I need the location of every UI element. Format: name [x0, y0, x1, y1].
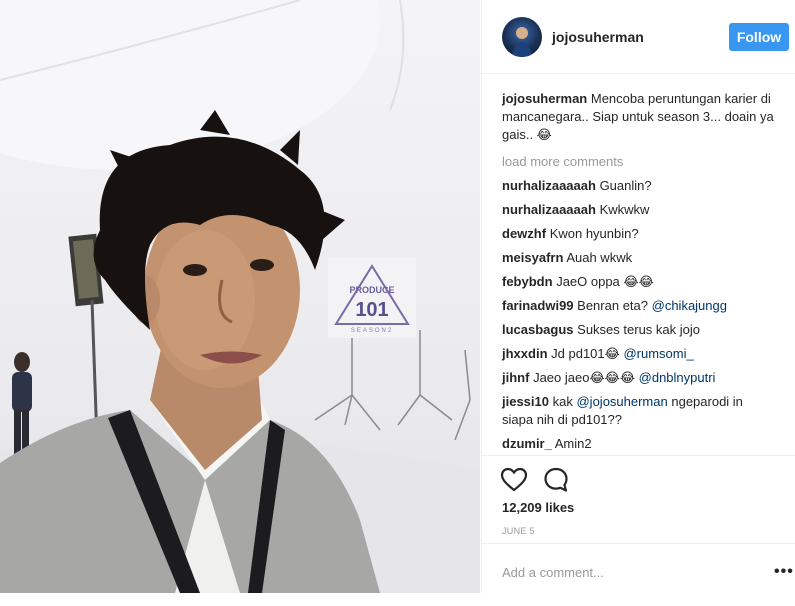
comment-mention-link[interactable]: @chikajungg — [652, 298, 727, 313]
comment-username[interactable]: febybdn — [502, 274, 553, 289]
comment-username[interactable]: farinadwi99 — [502, 298, 574, 313]
comment-item: lucasbagus Sukses terus kak jojo — [502, 321, 777, 339]
comment-mention-link[interactable]: @jojosuherman — [576, 394, 667, 409]
comment-text: Kwon hyunbin? — [549, 226, 639, 241]
comment-username[interactable]: dzumir_ — [502, 436, 552, 451]
comment-item: jiessi10 kak @jojosuherman ngeparodi in … — [502, 393, 777, 429]
avatar-image — [512, 27, 532, 57]
comment-item: farinadwi99 Benran eta? @chikajungg — [502, 297, 777, 315]
post-photo-illustration: PRODUCE 101 SEASON2 — [0, 0, 480, 593]
comment-text: Jaeo jaeo😂😂😂 — [533, 370, 636, 385]
load-more-comments-link[interactable]: load more comments — [502, 153, 777, 171]
comment-item: dewzhf Kwon hyunbin? — [502, 225, 777, 243]
avatar[interactable] — [502, 17, 542, 57]
add-comment-input[interactable] — [502, 560, 732, 584]
comment-item: meisyafrn Auah wkwk — [502, 249, 777, 267]
comment-username[interactable]: dewzhf — [502, 226, 546, 241]
comment-item: nurhalizaaaaah Guanlin? — [502, 177, 777, 195]
comment-item: nurhalizaaaaah Kwkwkw — [502, 201, 777, 219]
more-options-icon[interactable]: ••• — [774, 564, 794, 580]
comment-text: Sukses terus kak jojo — [577, 322, 700, 337]
comment-text: Benran eta? — [577, 298, 648, 313]
comment-text: Jd pd101😂 — [551, 346, 620, 361]
post-photo[interactable]: PRODUCE 101 SEASON2 — [0, 0, 480, 593]
comment-text: kak — [552, 394, 573, 409]
post-sidebar: jojosuherman Follow jojosuherman Mencoba… — [481, 0, 795, 593]
comment-mention-link[interactable]: @dnblnyputri — [639, 370, 716, 385]
comment-text: Amin2 — [554, 436, 592, 451]
comment-text: Kwkwkw — [599, 202, 650, 217]
comment-username[interactable]: jihnf — [502, 370, 529, 385]
add-comment-section: ••• — [482, 543, 795, 604]
sign-line2: 101 — [355, 299, 388, 321]
sign-line3: SEASON2 — [351, 328, 393, 334]
comment-username[interactable]: lucasbagus — [502, 322, 574, 337]
comment-username[interactable]: jhxxdin — [502, 346, 548, 361]
comment-username[interactable]: meisyafrn — [502, 250, 563, 265]
header-username[interactable]: jojosuherman — [552, 29, 644, 45]
comment-text: JaeO oppa 😂😂 — [556, 274, 654, 289]
likes-count[interactable]: 12,209 likes — [502, 500, 574, 515]
comment-username[interactable]: nurhalizaaaaah — [502, 202, 596, 217]
post-date[interactable]: JUNE 5 — [502, 526, 535, 536]
sign-line1: PRODUCE — [349, 285, 394, 295]
post-actions: 12,209 likes JUNE 5 ••• — [482, 455, 795, 606]
heart-icon[interactable] — [500, 466, 528, 494]
comment-item: jhxxdin Jd pd101😂 @rumsomi_ — [502, 345, 777, 363]
follow-button[interactable]: Follow — [729, 23, 789, 51]
comment-username[interactable]: nurhalizaaaaah — [502, 178, 596, 193]
caption-username[interactable]: jojosuherman — [502, 91, 587, 106]
comment-item: febybdn JaeO oppa 😂😂 — [502, 273, 777, 291]
comment-text: Auah wkwk — [566, 250, 633, 265]
comment-username[interactable]: jiessi10 — [502, 394, 549, 409]
comment-text: Guanlin? — [599, 178, 652, 193]
post-header: jojosuherman Follow — [482, 0, 795, 74]
comment-bubble-icon[interactable] — [542, 466, 570, 494]
comment-item: jihnf Jaeo jaeo😂😂😂 @dnblnyputri — [502, 369, 777, 387]
comment-item: dzumir_ Amin2 — [502, 435, 777, 453]
comments-list: jojosuherman Mencoba peruntungan karier … — [502, 90, 777, 459]
caption: jojosuherman Mencoba peruntungan karier … — [502, 90, 777, 144]
comment-mention-link[interactable]: @rumsomi_ — [623, 346, 693, 361]
